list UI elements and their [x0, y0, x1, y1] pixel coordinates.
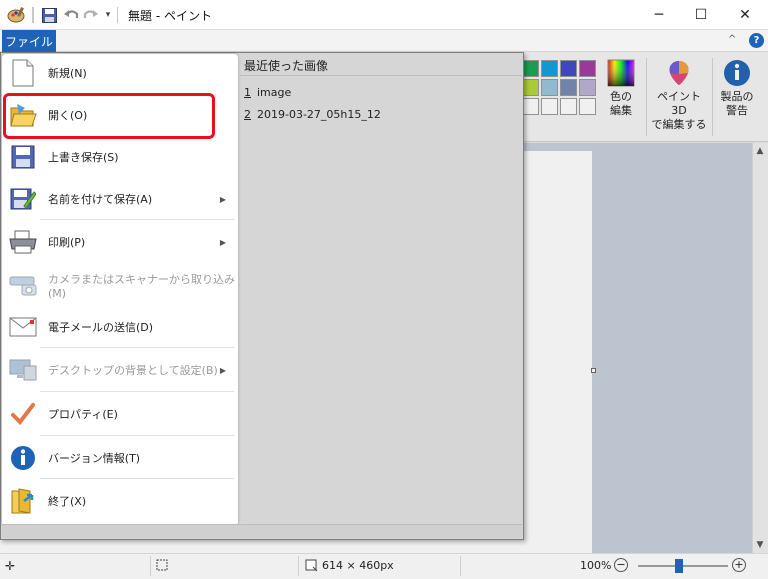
menu-separator: [40, 478, 234, 479]
menu-item-print[interactable]: 印刷(P) ▶: [4, 222, 236, 262]
cursor-position-icon: ✛: [5, 559, 16, 573]
customize-toolbar-icon[interactable]: ▾: [102, 6, 114, 24]
file-tab[interactable]: ファイル: [2, 30, 56, 52]
redo-icon[interactable]: [82, 6, 100, 24]
menu-item-label: デスクトップの背景として設定(B): [48, 364, 218, 377]
menu-item-label: 印刷(P): [48, 236, 86, 249]
selection-size-icon: [155, 558, 169, 575]
save-as-icon: [8, 184, 38, 214]
zoom-in-button[interactable]: +: [732, 558, 746, 572]
printer-icon: [8, 227, 38, 257]
checkmark-icon: [8, 399, 38, 429]
submenu-arrow-icon: ▶: [219, 237, 226, 247]
submenu-arrow-icon: ▶: [219, 365, 226, 375]
canvas-size-icon: [304, 558, 318, 575]
menu-item-label: 新規(N): [48, 67, 87, 80]
menu-separator: [40, 391, 234, 392]
undo-icon[interactable]: [62, 6, 80, 24]
highlight-annotation: [3, 93, 215, 139]
menu-separator: [40, 435, 234, 436]
zoom-slider[interactable]: [638, 565, 728, 567]
menu-item-label: 上書き保存(S): [48, 151, 119, 164]
zoom-level: 100%: [580, 559, 612, 572]
status-separator-3: [460, 556, 461, 576]
menu-item-properties[interactable]: プロパティ(E): [4, 394, 236, 434]
save-disk-icon: [8, 142, 38, 172]
menu-item-label: バージョン情報(T): [48, 452, 141, 465]
recent-item-2[interactable]: 2 2019-03-27_05h15_12: [244, 108, 381, 121]
info-icon: [8, 443, 38, 473]
minimize-button[interactable]: ─: [636, 0, 682, 30]
qa-divider-2: [117, 7, 118, 23]
paint-app-icon[interactable]: [6, 6, 26, 24]
envelope-icon: [8, 312, 38, 342]
window-title: 無題 - ペイント: [128, 9, 212, 23]
recent-divider: [240, 75, 522, 76]
file-menu-footer: [2, 524, 522, 538]
close-button[interactable]: ✕: [722, 0, 768, 30]
recent-images-header: 最近使った画像: [244, 59, 329, 73]
zoom-slider-thumb[interactable]: [674, 559, 683, 573]
recent-item-1[interactable]: 1 image: [244, 86, 291, 99]
menu-item-save-as[interactable]: 名前を付けて保存(A) ▶: [4, 179, 236, 219]
scanner-icon: [8, 270, 38, 300]
submenu-arrow-icon: ▶: [219, 194, 226, 204]
menu-item-label: カメラまたはスキャナーから取り込み(M): [48, 272, 235, 300]
desktop-icon: [8, 355, 38, 385]
status-separator: [150, 556, 151, 576]
save-icon[interactable]: [40, 6, 58, 24]
zoom-out-button[interactable]: −: [614, 558, 628, 572]
exit-icon: [8, 486, 38, 516]
menu-item-label: 終了(X): [48, 495, 87, 508]
menu-item-scanner: カメラまたはスキャナーから取り込み(M): [4, 265, 236, 305]
menu-item-label: プロパティ(E): [48, 408, 118, 421]
menu-item-exit[interactable]: 終了(X): [4, 481, 236, 521]
menu-item-email[interactable]: 電子メールの送信(D): [4, 307, 236, 347]
menu-item-label: 名前を付けて保存(A): [48, 193, 153, 206]
menu-item-about[interactable]: バージョン情報(T): [4, 438, 236, 478]
status-separator-2: [298, 556, 299, 576]
menu-separator: [40, 219, 234, 220]
menu-item-save[interactable]: 上書き保存(S): [4, 137, 236, 177]
qa-divider: [32, 7, 34, 23]
ribbon-tab-strip: [0, 30, 768, 52]
maximize-button[interactable]: ☐: [678, 0, 724, 30]
menu-item-label: 電子メールの送信(D): [48, 321, 154, 334]
ribbon-collapse-icon[interactable]: ^: [728, 34, 736, 45]
help-icon[interactable]: ?: [749, 33, 764, 48]
canvas-dimensions: 614 × 460px: [322, 559, 394, 572]
new-doc-icon: [8, 58, 38, 88]
menu-separator: [40, 347, 234, 348]
menu-item-desktop: デスクトップの背景として設定(B) ▶: [4, 350, 236, 390]
menu-item-new[interactable]: 新規(N): [4, 53, 236, 93]
